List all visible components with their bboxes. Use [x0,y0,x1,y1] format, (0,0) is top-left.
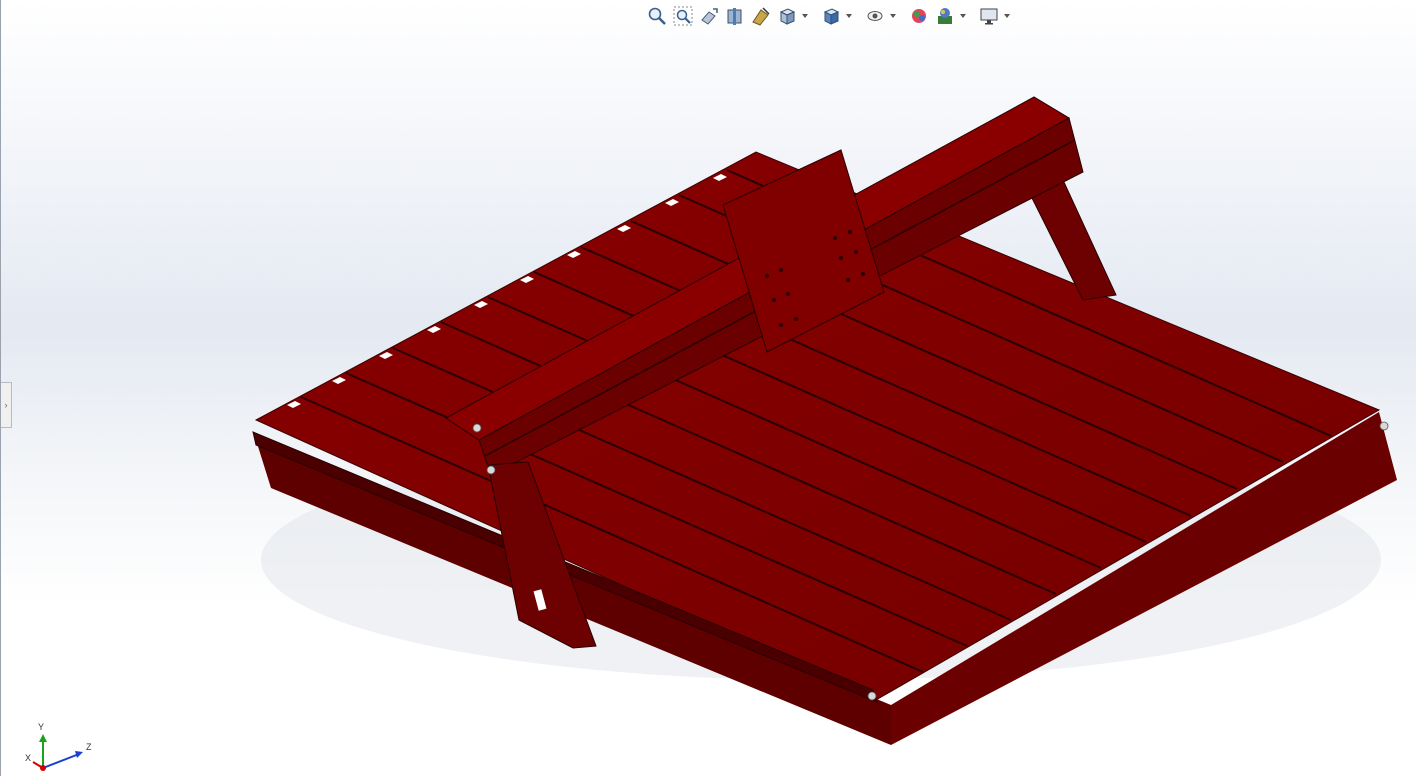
apply-scene-dropdown[interactable] [959,5,967,27]
view-settings-dropdown[interactable] [1003,5,1011,27]
edit-appearance-icon[interactable] [907,5,931,27]
previous-view-icon[interactable] [697,5,721,27]
zoom-to-fit-icon[interactable] [645,5,669,27]
eye-icon[interactable] [863,5,887,27]
cnc-router-model[interactable] [1,0,1416,776]
chevron-right-icon: › [4,399,8,410]
monitor-icon[interactable] [977,5,1001,27]
triad-z-label: Z [86,742,92,752]
triad-y-label: Y [38,722,45,732]
graphics-area[interactable]: › Y Z X [0,0,1416,776]
view-orientation-icon[interactable] [775,5,799,27]
triad-x-label: X [25,753,32,763]
annotation-view-icon[interactable] [749,5,773,27]
apply-scene-icon[interactable] [933,5,957,27]
heads-up-view-toolbar [645,4,1011,28]
hide-show-dropdown[interactable] [889,5,897,27]
display-style-icon[interactable] [819,5,843,27]
section-view-icon[interactable] [723,5,747,27]
view-orientation-dropdown[interactable] [801,5,809,27]
feature-manager-expand-handle[interactable]: › [1,382,12,428]
reference-triad: Y Z X [19,720,99,776]
display-style-dropdown[interactable] [845,5,853,27]
zoom-to-area-icon[interactable] [671,5,695,27]
